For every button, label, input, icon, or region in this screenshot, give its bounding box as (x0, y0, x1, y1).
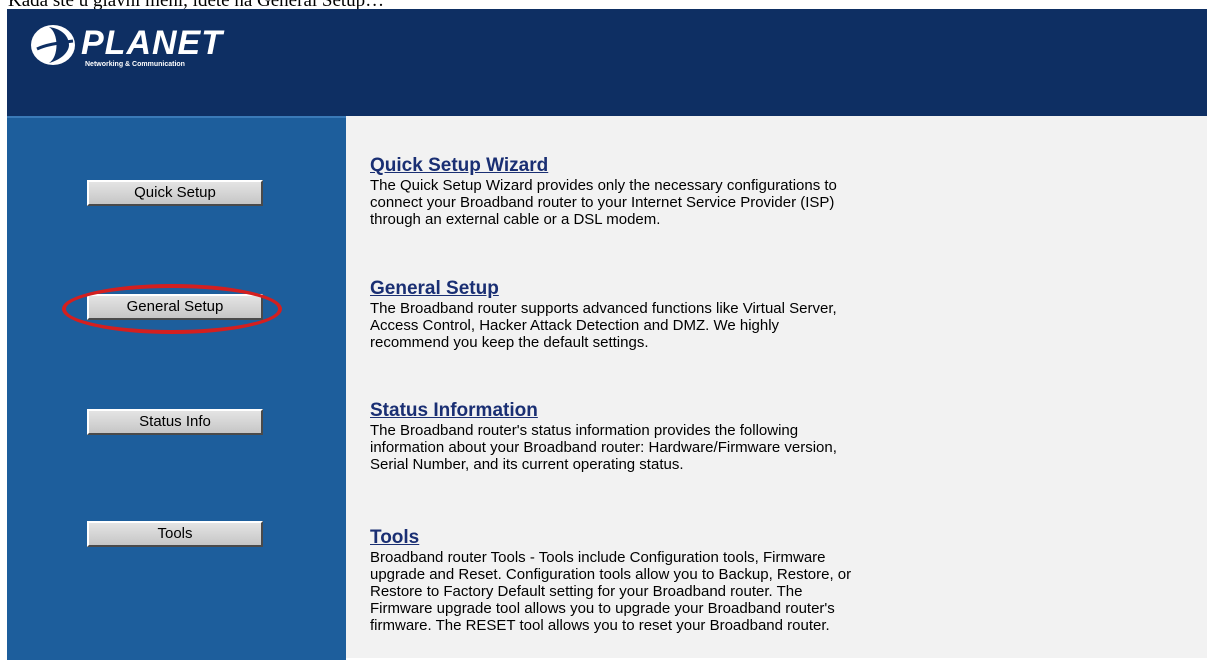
tools-button[interactable]: Tools (87, 521, 263, 547)
quick-setup-section: Quick Setup Wizard The Quick Setup Wizar… (370, 155, 1110, 228)
status-info-button[interactable]: Status Info (87, 409, 263, 435)
quick-setup-wizard-link[interactable]: Quick Setup Wizard (370, 155, 548, 177)
planet-globe-icon (31, 25, 75, 65)
status-information-description: The Broadband router's status informatio… (370, 422, 837, 473)
quick-setup-button[interactable]: Quick Setup (87, 180, 263, 206)
status-information-link[interactable]: Status Information (370, 400, 538, 422)
status-information-section: Status Information The Broadband router'… (370, 400, 1110, 473)
general-setup-link[interactable]: General Setup (370, 278, 499, 300)
logo-wordmark: PLANET (81, 24, 223, 62)
general-setup-section: General Setup The Broadband router suppo… (370, 278, 1110, 351)
header-banner: PLANET Networking & Communication (7, 9, 1207, 116)
highlight-ring (62, 284, 282, 334)
planet-logo: PLANET Networking & Communication (29, 23, 289, 83)
general-setup-description: The Broadband router supports advanced f… (370, 300, 837, 351)
tools-section: Tools Broadband router Tools - Tools inc… (370, 527, 1110, 634)
quick-setup-description: The Quick Setup Wizard provides only the… (370, 177, 837, 228)
tools-description: Broadband router Tools - Tools include C… (370, 549, 852, 634)
logo-tagline: Networking & Communication (85, 61, 185, 68)
tools-link[interactable]: Tools (370, 527, 419, 549)
